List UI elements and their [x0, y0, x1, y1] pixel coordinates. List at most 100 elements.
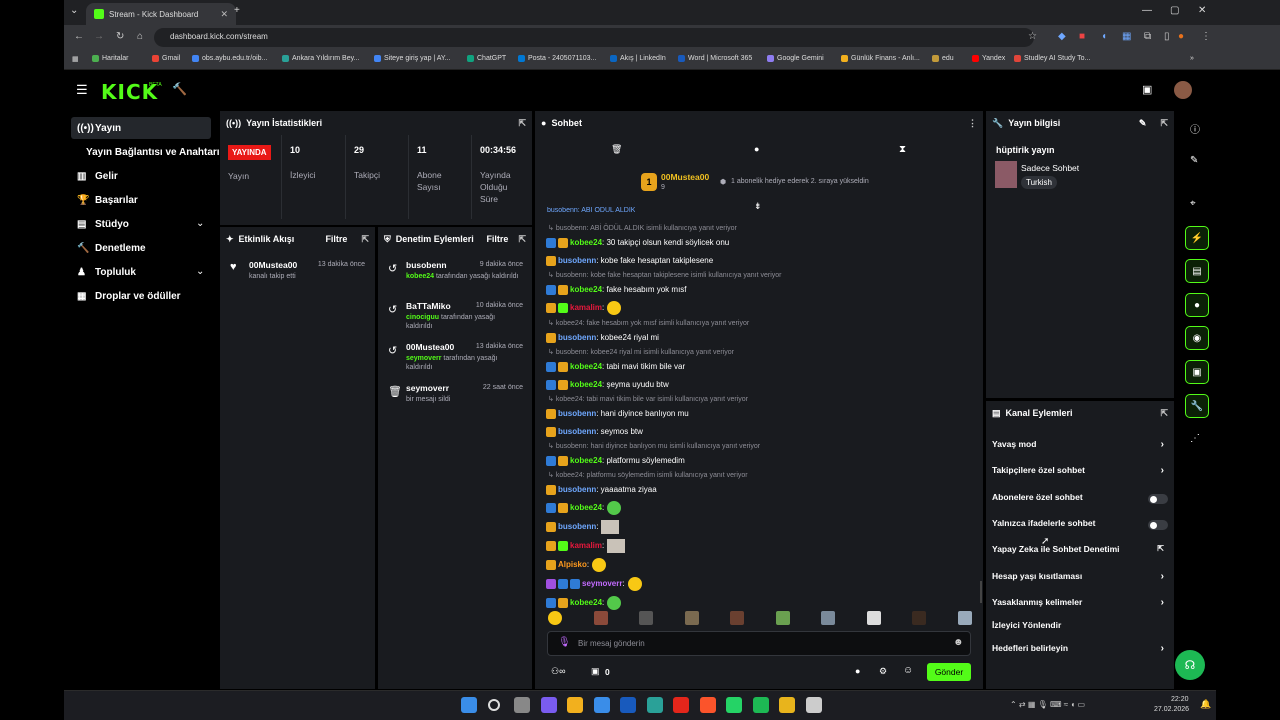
- channel-action-item[interactable]: Yapay Zeka ile Sohbet Denetimi ⇱: [992, 544, 1168, 558]
- filter-button[interactable]: Filtre: [325, 234, 347, 244]
- tab-search-icon[interactable]: ⌄: [70, 5, 78, 16]
- chat-username[interactable]: seymoverr: [582, 579, 622, 588]
- quick-action-layout-icon[interactable]: ▣: [1185, 360, 1209, 384]
- sidebar-item-droplar[interactable]: ▦ Droplar ve ödüller: [71, 285, 211, 307]
- channel-action-item[interactable]: Hedefleri belirleyin ›: [992, 643, 1168, 657]
- search-icon[interactable]: [487, 699, 500, 711]
- channel-action-item[interactable]: Abonelere özel sohbet: [992, 492, 1168, 506]
- sidebar-item-basarilar[interactable]: 🏆 Başarılar: [71, 189, 211, 211]
- bookmark-item[interactable]: Posta - 2405071103...: [518, 55, 596, 62]
- quick-emote[interactable]: [639, 611, 653, 625]
- chat-username[interactable]: kobee24: [570, 238, 602, 247]
- chat-username[interactable]: kamalim: [570, 541, 602, 550]
- quick-emote[interactable]: [866, 611, 881, 625]
- bookmark-item[interactable]: Yandex: [972, 55, 1005, 62]
- bookmark-item[interactable]: obs.aybu.edu.tr/oib...: [192, 55, 267, 62]
- chat-username[interactable]: busobenn: [558, 409, 596, 418]
- word-icon[interactable]: [620, 697, 636, 713]
- chat-username[interactable]: kobee24: [570, 456, 602, 465]
- chat-username[interactable]: Alpisko: [558, 560, 587, 569]
- chat-username[interactable]: busobenn: [558, 333, 596, 342]
- home-icon[interactable]: ⌂: [137, 31, 143, 42]
- sidebar-item-stream-key[interactable]: Yayın Bağlantısı ve Anahtarı: [80, 141, 220, 163]
- chat-message[interactable]: seymoverr:: [546, 576, 642, 591]
- chat-username[interactable]: busobenn: [558, 256, 596, 265]
- sidebar-item-studyo[interactable]: ▤ Stüdyo: [71, 213, 211, 235]
- chat-message[interactable]: kobee24: şeyma uyudu btw: [546, 378, 669, 391]
- bookmark-item[interactable]: Google Gemini: [767, 55, 824, 62]
- trash-icon[interactable]: 🗑: [611, 144, 622, 155]
- quick-action-lightning-icon[interactable]: ⚡: [1185, 226, 1209, 250]
- emote-icon[interactable]: ☺: [903, 665, 913, 676]
- channel-action-item[interactable]: Takipçilere özel sohbet ›: [992, 465, 1168, 479]
- microphone-icon[interactable]: 🎙: [558, 637, 571, 648]
- bookmark-item[interactable]: edu: [932, 55, 954, 62]
- popout-icon[interactable]: ⇱: [1160, 408, 1168, 419]
- chat-message[interactable]: busobenn: kobee24 riyal mi: [546, 331, 659, 344]
- spotify-icon[interactable]: [752, 697, 769, 713]
- copilot-icon[interactable]: [540, 697, 557, 713]
- reload-icon[interactable]: ↻: [116, 31, 124, 42]
- chat-username[interactable]: kobee24: [570, 380, 602, 389]
- brave-icon[interactable]: [699, 697, 716, 713]
- quick-emote[interactable]: [775, 611, 790, 625]
- back-icon[interactable]: ←: [74, 31, 84, 42]
- new-tab-icon[interactable]: +: [234, 5, 240, 16]
- github-icon[interactable]: [805, 697, 822, 713]
- user-avatar[interactable]: [1174, 81, 1192, 99]
- chat-message[interactable]: busobenn:: [546, 519, 620, 534]
- quick-action-broadcast-icon[interactable]: ◉: [1185, 326, 1209, 350]
- close-window-icon[interactable]: ✕: [1198, 5, 1206, 16]
- bookmark-item[interactable]: Gmail: [152, 55, 180, 62]
- chat-message[interactable]: busobenn: kobe fake hesaptan takiplesene: [546, 254, 713, 267]
- help-support-icon[interactable]: ☊: [1175, 650, 1205, 680]
- file-explorer-icon[interactable]: [567, 697, 583, 713]
- popout-icon[interactable]: ⇱: [518, 234, 526, 245]
- bookmark-item[interactable]: Günlük Finans - Anlı...: [841, 55, 920, 62]
- popout-icon[interactable]: ⇱: [1160, 118, 1168, 129]
- chat-message[interactable]: busobenn: yaaaatma ziyaa: [546, 483, 657, 496]
- chat-message[interactable]: kobee24: tabi mavi tikim bile var: [546, 360, 685, 373]
- chat-message[interactable]: busobenn: hani diyince banlıyon mu: [546, 407, 689, 420]
- bookmark-star-icon[interactable]: ☆: [1028, 31, 1037, 42]
- extensions-puzzle-icon[interactable]: ⧉: [1144, 31, 1151, 42]
- apps-grid-icon[interactable]: ▦: [72, 55, 79, 63]
- edit-pencil-icon[interactable]: ✎: [1190, 155, 1198, 166]
- channel-action-item[interactable]: İzleyici Yönlendir: [992, 620, 1168, 634]
- chat-username[interactable]: kobee24: [570, 285, 602, 294]
- store-icon[interactable]: [593, 697, 610, 713]
- chrome-icon[interactable]: [779, 697, 795, 713]
- chat-username[interactable]: kamalim: [570, 303, 602, 312]
- chat-bubble-icon[interactable]: ●: [855, 666, 860, 676]
- browser-menu-icon[interactable]: ⋮: [1201, 31, 1211, 42]
- channel-action-item[interactable]: Yavaş mod ›: [992, 439, 1168, 453]
- chat-username[interactable]: kobee24: [570, 503, 602, 512]
- chat-message[interactable]: kobee24:: [546, 595, 622, 610]
- sidebar-item-denetleme[interactable]: 🔨 Denetleme: [71, 237, 211, 259]
- quick-emote[interactable]: [684, 611, 699, 625]
- tray-icons[interactable]: ⌃ ⇄ ▦ 🎙 ⌨ ≈ ◖ ▭: [1010, 700, 1085, 709]
- bookmark-item[interactable]: ChatGPT: [467, 55, 506, 62]
- browser-tab[interactable]: Stream - Kick Dashboard ✕: [86, 3, 236, 25]
- chat-message[interactable]: Alpisko:: [546, 557, 607, 572]
- popout-icon[interactable]: ⇱: [518, 118, 526, 129]
- channel-action-item[interactable]: Yalnızca ifadelerle sohbet: [992, 518, 1168, 532]
- quick-emote[interactable]: [730, 611, 744, 625]
- chat-message[interactable]: kamalim:: [546, 538, 626, 553]
- chat-message[interactable]: kobee24: 30 takipçi olsun kendi söylicek…: [546, 236, 729, 249]
- channel-action-item[interactable]: Hesap yaşı kısıtlaması ›: [992, 571, 1168, 585]
- channel-action-item[interactable]: Yasaklanmış kelimeler ›: [992, 597, 1168, 611]
- chat-username[interactable]: busobenn: [558, 522, 596, 531]
- popout-icon[interactable]: ⇱: [361, 234, 369, 245]
- wrench-icon[interactable]: 🔨: [172, 82, 187, 96]
- bookmark-item[interactable]: Haritalar: [92, 55, 128, 62]
- toggle-switch[interactable]: [1148, 520, 1168, 530]
- settings-gear-icon[interactable]: ⚙: [879, 666, 887, 677]
- profile-avatar-icon[interactable]: ●: [1178, 31, 1184, 42]
- notification-bell-icon[interactable]: 🔔: [1200, 699, 1211, 710]
- extension-grid-icon[interactable]: ▦: [1122, 31, 1131, 42]
- hourglass-icon[interactable]: ⧗: [899, 144, 906, 155]
- emoji-icon[interactable]: ☻: [953, 637, 964, 648]
- chevron-down-icon[interactable]: ⌄: [196, 218, 204, 229]
- chat-scrollbar[interactable]: [980, 581, 982, 603]
